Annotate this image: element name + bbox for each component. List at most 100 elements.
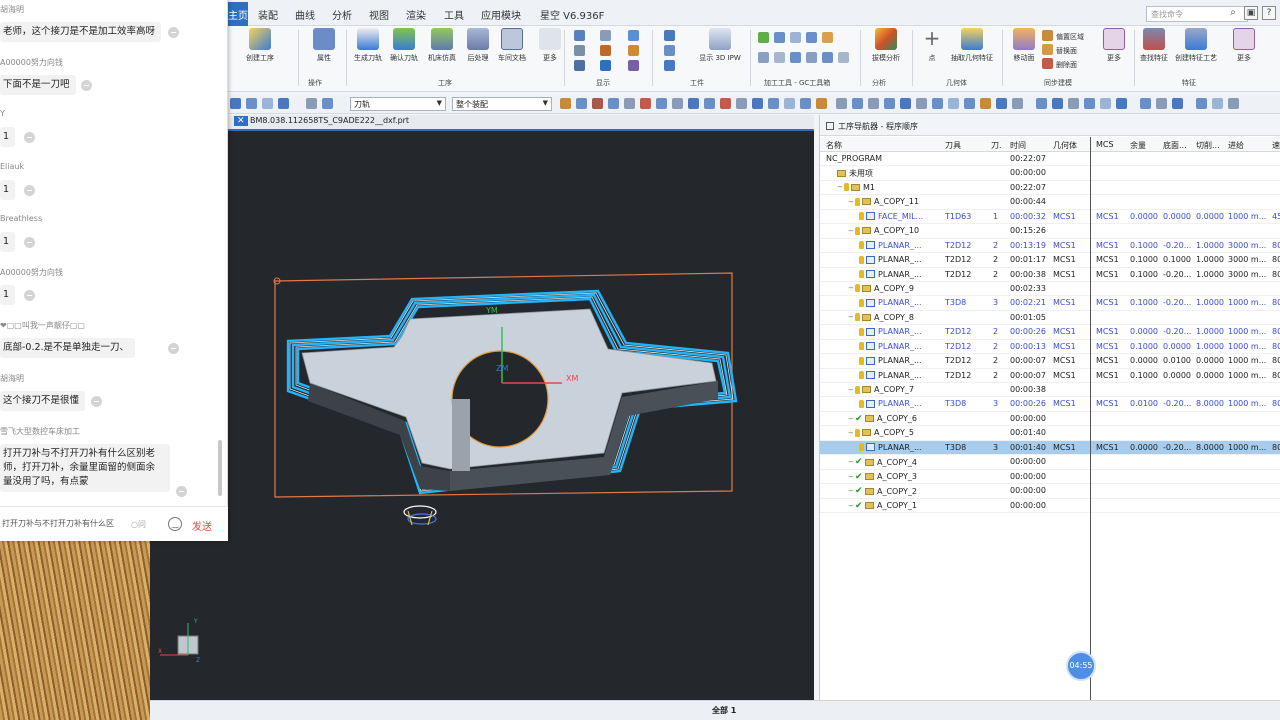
snap-point-icon-11[interactable] xyxy=(720,98,731,109)
operation-row[interactable]: PLANAR_... T3D8 3 00:01:40 MCS1 MCS1 0.0000 -0.… xyxy=(820,440,1280,456)
menu-starsky[interactable]: 星空 V6.936F xyxy=(540,7,604,22)
close-icon[interactable]: ✕ xyxy=(234,116,248,126)
delete-face-icon[interactable] xyxy=(1042,58,1053,69)
collapse-icon[interactable]: − xyxy=(848,487,855,495)
operation-row[interactable]: PLANAR_... T2D12 2 00:00:07 MCS1 MCS1 0.1000 0.… xyxy=(820,369,1280,383)
snap-point-icon-3[interactable] xyxy=(592,98,603,109)
collapse-icon[interactable]: − xyxy=(848,429,855,437)
gc-tool-icon-4[interactable] xyxy=(806,32,817,43)
col-speed[interactable]: 速 xyxy=(1272,140,1280,151)
menu-curve[interactable]: 曲线 xyxy=(295,7,315,22)
extract-geometry-button[interactable]: 抽取几何特征 xyxy=(950,28,994,63)
col-feed[interactable]: 进给 xyxy=(1228,140,1268,151)
gc-tool-icon-2[interactable] xyxy=(774,32,785,43)
snap-point-icon-8[interactable] xyxy=(672,98,683,109)
show-3d-ipw-button[interactable]: 显示 3D IPW xyxy=(698,28,742,63)
gc-tool-icon-1[interactable] xyxy=(758,32,769,43)
view-icon-24[interactable] xyxy=(1228,98,1239,109)
snap-icon[interactable] xyxy=(230,98,241,109)
properties-button[interactable]: 属性 xyxy=(302,28,346,63)
collapse-icon[interactable]: − xyxy=(837,183,844,191)
collapse-icon[interactable]: − xyxy=(848,458,855,466)
snap-point-icon-5[interactable] xyxy=(624,98,635,109)
collapse-icon[interactable]: − xyxy=(848,386,855,394)
view-icon-18[interactable] xyxy=(1116,98,1127,109)
workpiece-icon-1[interactable] xyxy=(664,30,675,41)
send-button[interactable]: 发送 xyxy=(192,518,212,533)
create-feature-process-button[interactable]: 创建特征工艺 xyxy=(1174,28,1218,63)
display-icon-7[interactable] xyxy=(628,30,639,41)
col-floor[interactable]: 底面... xyxy=(1163,140,1193,151)
operation-row[interactable]: − A_COPY_5 00:01:40 xyxy=(820,426,1280,441)
snap-point-icon-10[interactable] xyxy=(704,98,715,109)
view-icon-15[interactable] xyxy=(1068,98,1079,109)
view-icon-8[interactable] xyxy=(948,98,959,109)
move-face-button[interactable]: 移动面 xyxy=(1002,28,1046,63)
display-icon-9[interactable] xyxy=(628,60,639,71)
operation-row[interactable]: 未用项 00:00:00 xyxy=(820,166,1280,181)
view-icon-11[interactable] xyxy=(996,98,1007,109)
restore-icon[interactable]: ▣ xyxy=(1244,6,1258,20)
display-icon-1[interactable] xyxy=(574,30,585,41)
view-icon-5[interactable] xyxy=(900,98,911,109)
operation-row[interactable]: PLANAR_... T2D12 2 00:00:38 MCS1 MCS1 0.1000 -0… xyxy=(820,268,1280,282)
point-button[interactable]: + 点 xyxy=(910,28,954,63)
like-icon[interactable] xyxy=(23,237,35,248)
snap-point-icon-15[interactable] xyxy=(784,98,795,109)
collapse-icon[interactable]: − xyxy=(848,227,855,235)
col-time[interactable]: 时间 xyxy=(1010,140,1050,151)
select-icon[interactable] xyxy=(262,98,273,109)
question-toggle-icon[interactable]: ○问 xyxy=(131,519,146,530)
more-sync-button[interactable]: 更多 xyxy=(1092,28,1136,63)
chat-input[interactable] xyxy=(2,519,130,528)
display-icon-6[interactable] xyxy=(600,60,611,71)
menu-render[interactable]: 渲染 xyxy=(406,7,426,22)
view-icon-22[interactable] xyxy=(1196,98,1207,109)
operation-row[interactable]: − ✔ A_COPY_6 00:00:00 xyxy=(820,412,1280,427)
col-tool-number[interactable]: 刀. xyxy=(991,140,1005,151)
snap-point-icon-12[interactable] xyxy=(736,98,747,109)
create-operation-button[interactable]: 创建工序 xyxy=(238,28,282,63)
view-icon-21[interactable] xyxy=(1172,98,1183,109)
like-icon[interactable] xyxy=(176,486,187,497)
snap-point-icon-6[interactable] xyxy=(640,98,651,109)
view-icon-20[interactable] xyxy=(1156,98,1167,109)
snap-point-icon-4[interactable] xyxy=(608,98,619,109)
view-icon-9[interactable] xyxy=(964,98,975,109)
display-icon-2[interactable] xyxy=(574,45,585,56)
navigator-divider[interactable] xyxy=(1090,137,1091,700)
gc-tool-icon-11[interactable] xyxy=(838,52,849,63)
offset-region-label[interactable]: 偏置区域 xyxy=(1056,32,1084,42)
view-icon-14[interactable] xyxy=(1052,98,1063,109)
view-icon-13[interactable] xyxy=(1036,98,1047,109)
operation-row[interactable]: FACE_MIL... T1D63 1 00:00:32 MCS1 MCS1 0.0000 0… xyxy=(820,210,1280,225)
operation-row[interactable]: PLANAR_... T2D12 2 00:00:07 MCS1 MCS1 0.0000 0.… xyxy=(820,354,1280,369)
type-filter-icon-2[interactable] xyxy=(322,98,333,109)
col-mcs[interactable]: MCS xyxy=(1096,140,1124,149)
view-icon-3[interactable] xyxy=(868,98,879,109)
operation-row[interactable]: − A_COPY_11 00:00:44 xyxy=(820,195,1280,210)
like-icon[interactable] xyxy=(81,80,93,91)
menu-view[interactable]: 视图 xyxy=(369,7,389,22)
more-operations-button[interactable]: 更多 xyxy=(528,28,572,63)
col-cut[interactable]: 切削... xyxy=(1196,140,1226,151)
operation-row[interactable]: − ✔ A_COPY_2 00:00:00 xyxy=(820,484,1280,499)
collapse-icon[interactable]: − xyxy=(848,198,855,206)
filter-icon[interactable] xyxy=(246,98,257,109)
gc-tool-icon-6[interactable] xyxy=(758,52,769,63)
panel-toggle-icon[interactable] xyxy=(826,122,834,130)
collapse-icon[interactable]: − xyxy=(848,313,855,321)
type-filter-select[interactable]: 刀轨 ▼ xyxy=(350,97,446,111)
operation-row[interactable]: PLANAR_... T3D8 3 00:02:21 MCS1 MCS1 0.1000 -0.… xyxy=(820,296,1280,311)
view-icon-1[interactable] xyxy=(836,98,847,109)
select-all-icon[interactable] xyxy=(278,98,289,109)
collapse-icon[interactable]: − xyxy=(848,284,855,292)
snap-point-icon-13[interactable] xyxy=(752,98,763,109)
menu-tools[interactable]: 工具 xyxy=(444,7,464,22)
snap-point-icon-2[interactable] xyxy=(576,98,587,109)
like-icon[interactable] xyxy=(23,290,35,301)
col-name[interactable]: 名称 xyxy=(826,140,936,151)
view-icon-4[interactable] xyxy=(884,98,895,109)
replace-face-label[interactable]: 替换面 xyxy=(1056,46,1077,56)
like-icon[interactable] xyxy=(90,396,102,407)
